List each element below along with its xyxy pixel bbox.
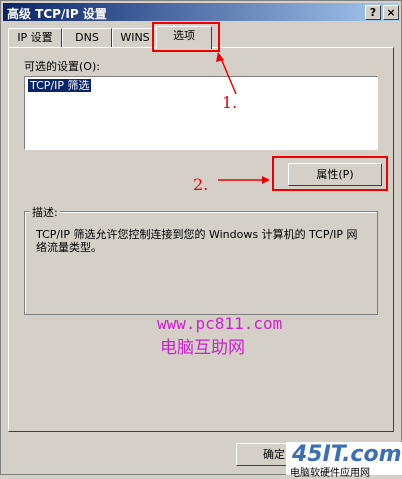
site-logo: 45IT.com 电脑软硬件应用网 [286,442,402,479]
watermark-name: 电脑互助网 [160,338,245,358]
watermark-url: www.pc811.com [157,314,283,333]
step-1-label: 1. [222,93,238,112]
arrow-2-head [262,176,270,184]
tab-options[interactable]: 选项 [156,26,212,49]
arrow-1-head [216,52,224,62]
step-2-label: 2. [193,175,209,194]
arrow-1-line [219,55,237,95]
annotation-arrows [216,52,270,184]
logo-sub-text: 电脑软硬件应用网 [290,468,370,479]
